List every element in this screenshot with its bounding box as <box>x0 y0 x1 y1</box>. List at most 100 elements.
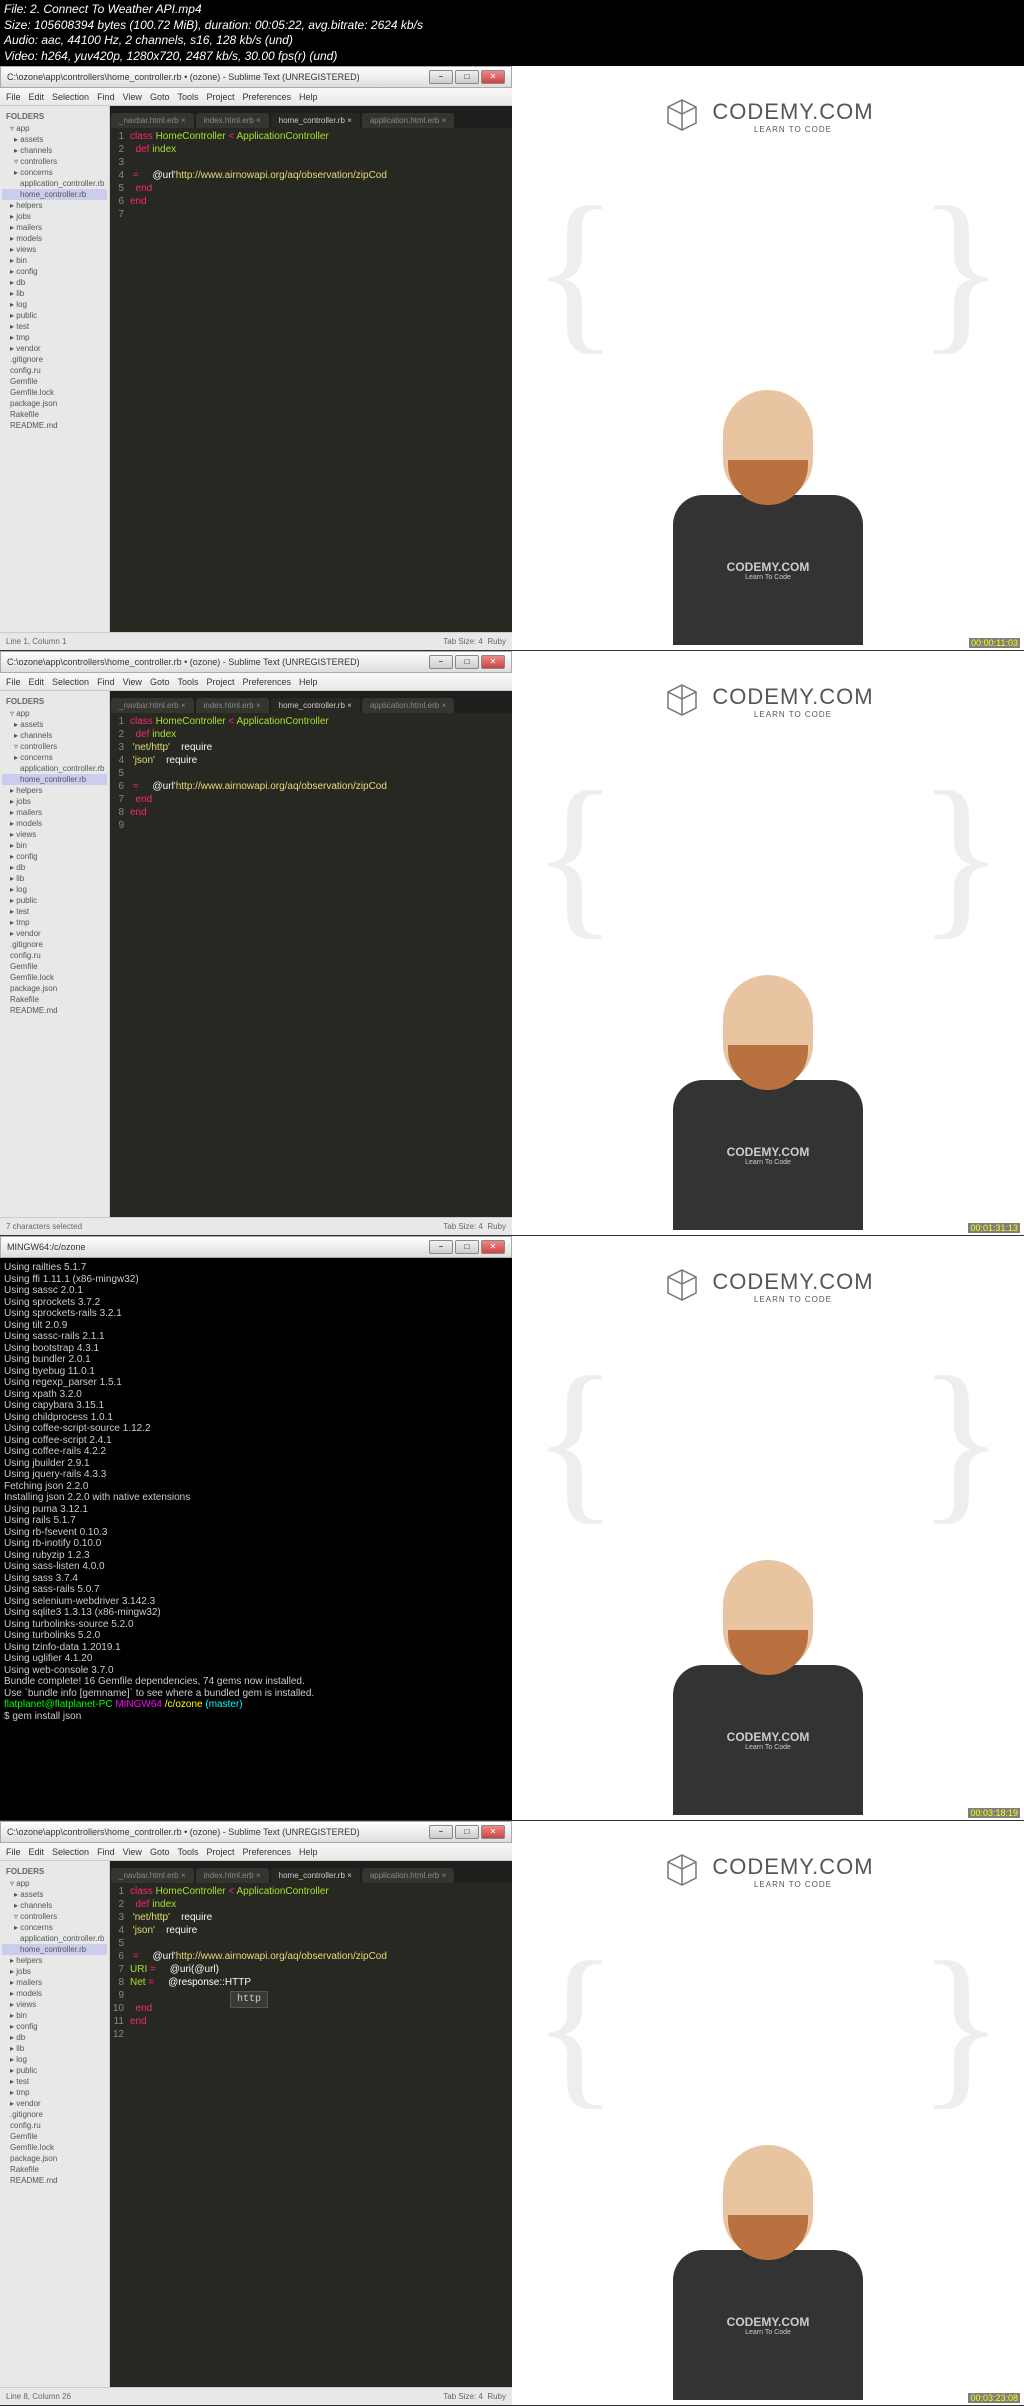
tree-item[interactable]: ▸ views <box>2 829 107 840</box>
tab-application[interactable]: application.html.erb × <box>362 1868 454 1883</box>
menu-view[interactable]: View <box>123 92 142 102</box>
tree-item[interactable]: home_controller.rb <box>2 774 107 785</box>
close-button[interactable]: ✕ <box>481 1240 505 1254</box>
tree-item[interactable]: ▸ public <box>2 2065 107 2076</box>
syntax-lang[interactable]: Ruby <box>487 1222 506 1231</box>
menu-project[interactable]: Project <box>206 677 234 687</box>
menu-tools[interactable]: Tools <box>177 1847 198 1857</box>
tree-item[interactable]: .gitignore <box>2 939 107 950</box>
tree-item[interactable]: ▸ lib <box>2 873 107 884</box>
tree-item[interactable]: ▸ assets <box>2 134 107 145</box>
tree-item[interactable]: ▸ public <box>2 310 107 321</box>
tree-item[interactable]: package.json <box>2 983 107 994</box>
tab-application[interactable]: application.html.erb × <box>362 698 454 713</box>
tree-item[interactable]: Gemfile.lock <box>2 387 107 398</box>
menu-preferences[interactable]: Preferences <box>242 92 291 102</box>
menu-help[interactable]: Help <box>299 92 318 102</box>
tab-home-controller[interactable]: home_controller.rb × <box>271 698 360 713</box>
tree-item[interactable]: ▸ config <box>2 2021 107 2032</box>
tree-item[interactable]: ▸ vendor <box>2 928 107 939</box>
tree-item[interactable]: ▿ controllers <box>2 156 107 167</box>
menu-edit[interactable]: Edit <box>29 92 45 102</box>
menu-goto[interactable]: Goto <box>150 92 170 102</box>
folder-sidebar[interactable]: FOLDERS▿ app▸ assets▸ channels▿ controll… <box>0 1861 110 2387</box>
tree-item[interactable]: ▿ controllers <box>2 1911 107 1922</box>
menu-file[interactable]: File <box>6 92 21 102</box>
menu-goto[interactable]: Goto <box>150 677 170 687</box>
syntax-lang[interactable]: Ruby <box>487 637 506 646</box>
tree-item[interactable]: ▸ helpers <box>2 200 107 211</box>
tree-item[interactable]: package.json <box>2 2153 107 2164</box>
menu-selection[interactable]: Selection <box>52 677 89 687</box>
maximize-button[interactable]: □ <box>455 655 479 669</box>
tree-item[interactable]: Rakefile <box>2 994 107 1005</box>
menu-file[interactable]: File <box>6 1847 21 1857</box>
tree-item[interactable]: Gemfile <box>2 961 107 972</box>
tab-size[interactable]: Tab Size: 4 <box>443 637 483 646</box>
close-button[interactable]: ✕ <box>481 655 505 669</box>
menu-help[interactable]: Help <box>299 677 318 687</box>
menu-view[interactable]: View <box>123 677 142 687</box>
tree-item[interactable]: ▸ jobs <box>2 796 107 807</box>
tree-item[interactable]: ▿ app <box>2 123 107 134</box>
tree-item[interactable]: ▸ jobs <box>2 1966 107 1977</box>
menu-tools[interactable]: Tools <box>177 677 198 687</box>
code-editor[interactable]: 1class HomeController < ApplicationContr… <box>110 128 512 632</box>
tree-item[interactable]: ▸ assets <box>2 719 107 730</box>
menu-preferences[interactable]: Preferences <box>242 1847 291 1857</box>
tree-item[interactable]: ▸ mailers <box>2 222 107 233</box>
tree-item[interactable]: ▸ public <box>2 895 107 906</box>
tree-item[interactable]: ▸ views <box>2 244 107 255</box>
tree-item[interactable]: ▸ test <box>2 906 107 917</box>
window-titlebar[interactable]: C:\ozone\app\controllers\home_controller… <box>0 1821 512 1843</box>
menu-edit[interactable]: Edit <box>29 1847 45 1857</box>
tree-item[interactable]: ▸ tmp <box>2 2087 107 2098</box>
tree-item[interactable]: ▸ helpers <box>2 785 107 796</box>
menu-tools[interactable]: Tools <box>177 92 198 102</box>
maximize-button[interactable]: □ <box>455 70 479 84</box>
tree-item[interactable]: ▿ controllers <box>2 741 107 752</box>
maximize-button[interactable]: □ <box>455 1825 479 1839</box>
tab-index[interactable]: index.html.erb × <box>196 1868 269 1883</box>
tree-item[interactable]: ▸ concerns <box>2 167 107 178</box>
syntax-lang[interactable]: Ruby <box>487 2392 506 2401</box>
tree-item[interactable]: ▸ vendor <box>2 2098 107 2109</box>
menu-view[interactable]: View <box>123 1847 142 1857</box>
tree-item[interactable]: ▸ db <box>2 2032 107 2043</box>
tree-item[interactable]: ▸ config <box>2 266 107 277</box>
tree-item[interactable]: ▸ db <box>2 277 107 288</box>
tree-item[interactable]: application_controller.rb <box>2 1933 107 1944</box>
close-button[interactable]: ✕ <box>481 1825 505 1839</box>
tree-item[interactable]: Rakefile <box>2 2164 107 2175</box>
tree-item[interactable]: ▸ log <box>2 2054 107 2065</box>
tree-item[interactable]: ▸ vendor <box>2 343 107 354</box>
tree-item[interactable]: ▸ channels <box>2 1900 107 1911</box>
tree-item[interactable]: home_controller.rb <box>2 1944 107 1955</box>
tab-navbar[interactable]: _navbar.html.erb × <box>111 1868 194 1883</box>
tree-item[interactable]: .gitignore <box>2 354 107 365</box>
tab-size[interactable]: Tab Size: 4 <box>443 1222 483 1231</box>
tree-item[interactable]: ▸ models <box>2 818 107 829</box>
tree-item[interactable]: ▸ helpers <box>2 1955 107 1966</box>
tree-item[interactable]: ▸ tmp <box>2 332 107 343</box>
tree-item[interactable]: Gemfile <box>2 2131 107 2142</box>
tree-item[interactable]: ▸ bin <box>2 840 107 851</box>
tree-item[interactable]: ▸ db <box>2 862 107 873</box>
tab-index[interactable]: index.html.erb × <box>196 113 269 128</box>
tree-item[interactable]: config.ru <box>2 2120 107 2131</box>
tree-item[interactable]: .gitignore <box>2 2109 107 2120</box>
code-editor[interactable]: 1class HomeController < ApplicationContr… <box>110 1883 512 2387</box>
code-editor[interactable]: 1class HomeController < ApplicationContr… <box>110 713 512 1217</box>
tab-navbar[interactable]: _navbar.html.erb × <box>111 698 194 713</box>
tree-item[interactable]: Gemfile.lock <box>2 972 107 983</box>
tab-home-controller[interactable]: home_controller.rb × <box>271 1868 360 1883</box>
tab-home-controller[interactable]: home_controller.rb × <box>271 113 360 128</box>
tree-item[interactable]: Rakefile <box>2 409 107 420</box>
tree-item[interactable]: ▿ app <box>2 708 107 719</box>
tree-item[interactable]: Gemfile <box>2 376 107 387</box>
terminal-command[interactable]: $ gem install json <box>4 1711 508 1723</box>
maximize-button[interactable]: □ <box>455 1240 479 1254</box>
tree-item[interactable]: ▸ mailers <box>2 1977 107 1988</box>
tree-item[interactable]: ▸ concerns <box>2 752 107 763</box>
minimize-button[interactable]: − <box>429 70 453 84</box>
